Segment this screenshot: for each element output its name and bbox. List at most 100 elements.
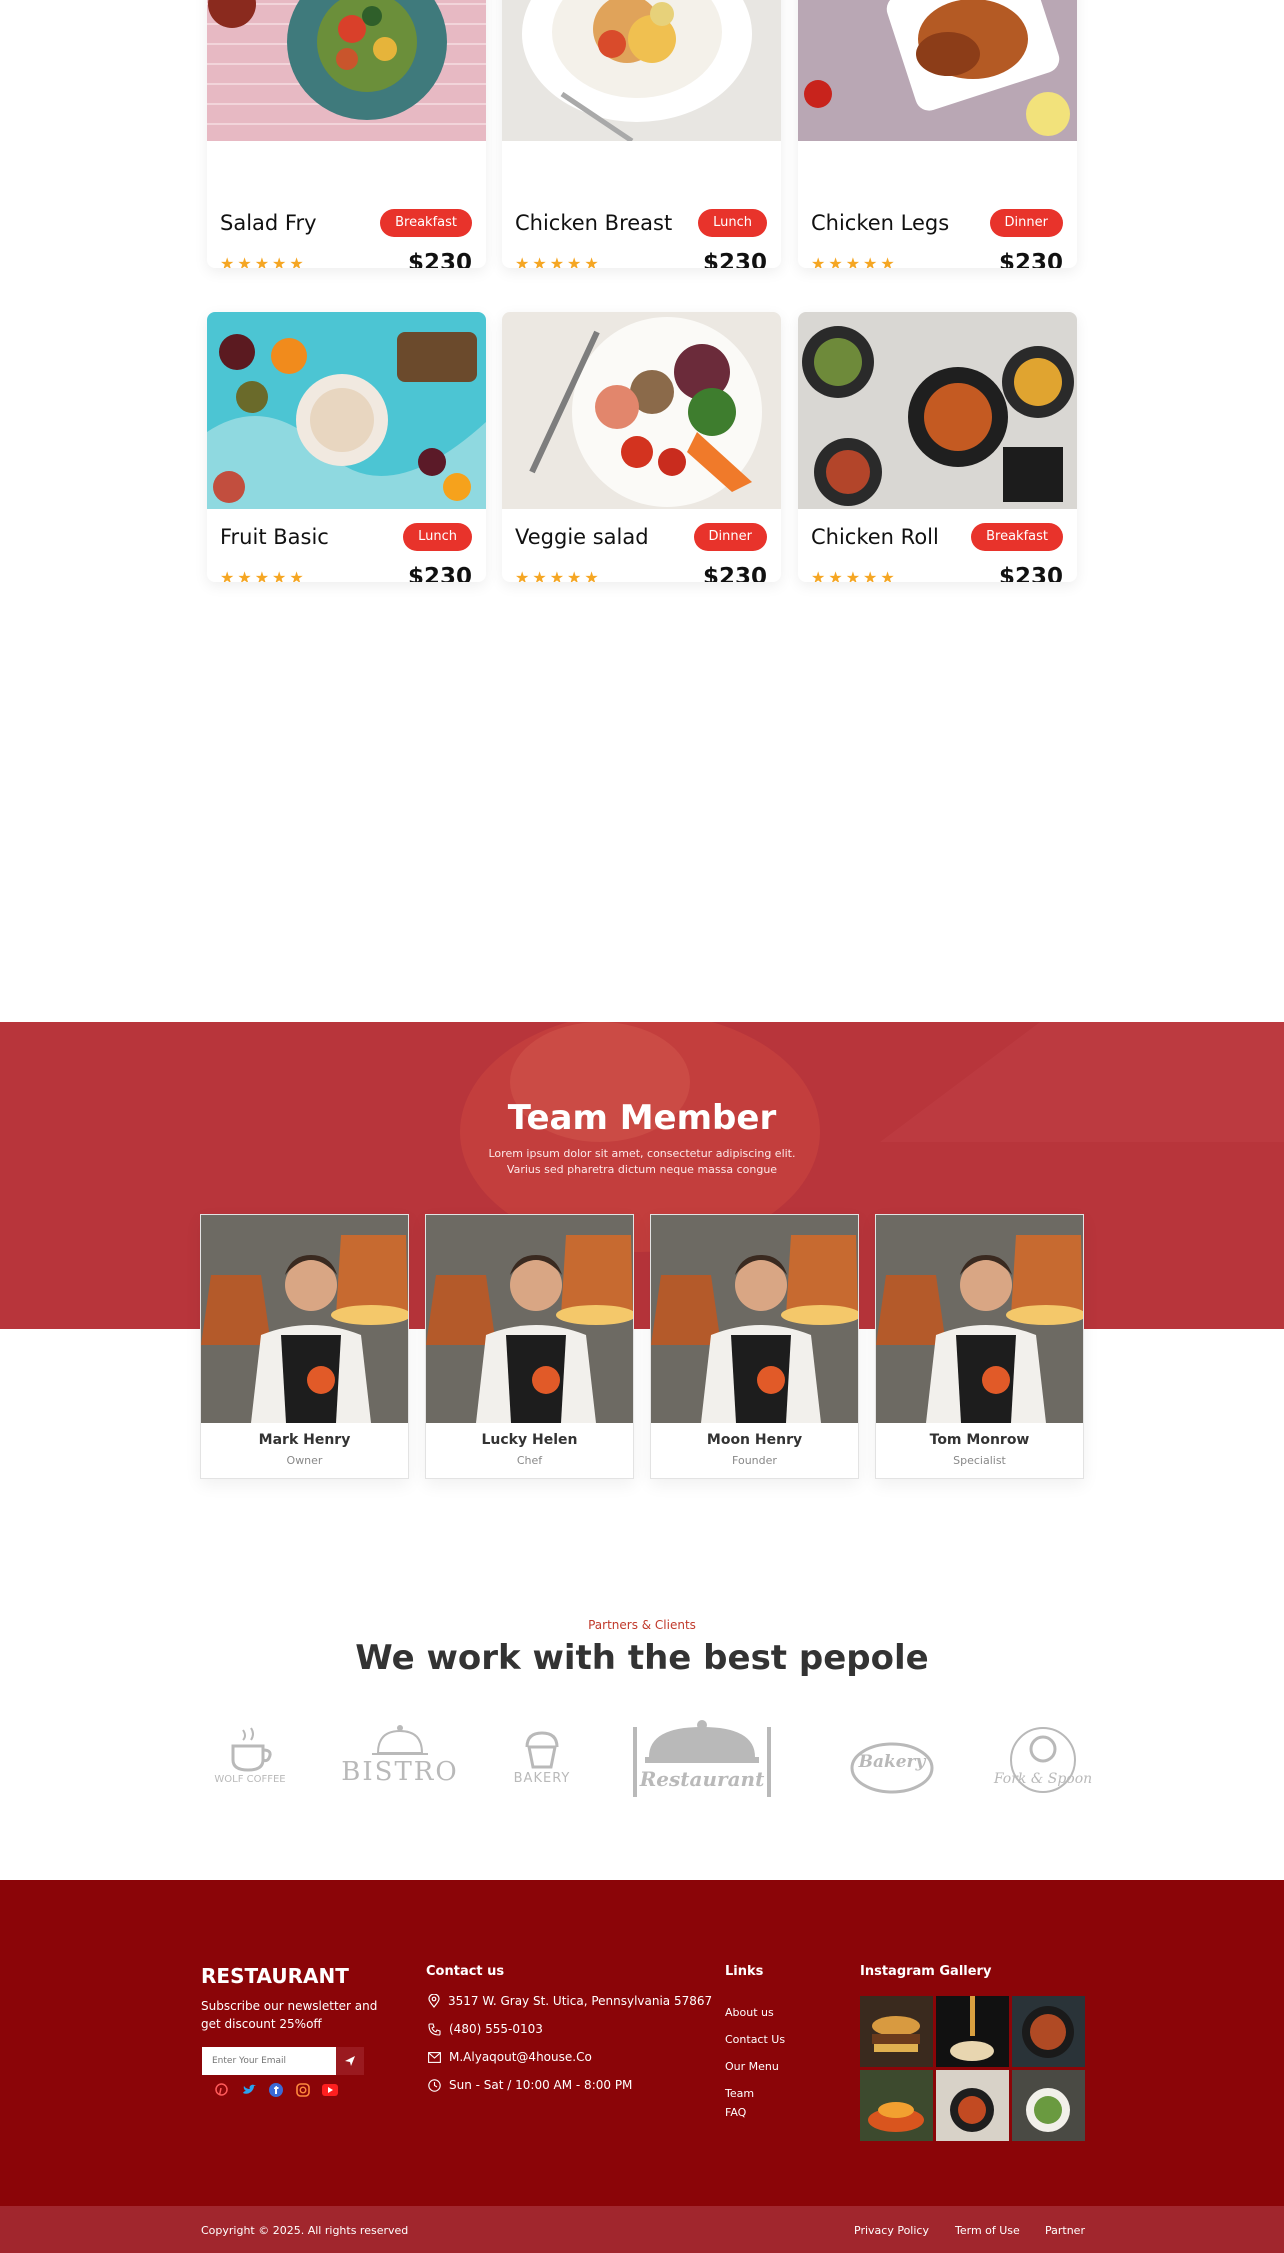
newsletter-submit-button[interactable] bbox=[336, 2047, 364, 2075]
partner-logo-wolf-coffee[interactable]: WOLF COFFEE bbox=[205, 1712, 295, 1798]
price: $230 bbox=[407, 250, 472, 268]
dish-name: Chicken Roll bbox=[811, 525, 939, 549]
description-line: Lorem ipsum dolor sit amet, consectetur … bbox=[488, 1147, 796, 1160]
contact-address: 3517 W. Gray St. Utica, Pennsylvania 578… bbox=[428, 1994, 712, 2008]
food-image bbox=[798, 312, 1077, 509]
price: $230 bbox=[702, 564, 767, 582]
instagram-icon[interactable] bbox=[294, 2081, 311, 2098]
dish-name: Veggie salad bbox=[515, 525, 649, 549]
hours-text: Sun - Sat / 10:00 AM - 8:00 PM bbox=[449, 2078, 633, 2092]
contact-hours: Sun - Sat / 10:00 AM - 8:00 PM bbox=[428, 2078, 632, 2092]
footer-link-about[interactable]: About us bbox=[725, 2006, 774, 2019]
price: $230 bbox=[998, 564, 1063, 582]
food-image bbox=[502, 312, 781, 509]
phone-text[interactable]: (480) 555-0103 bbox=[449, 2022, 543, 2036]
footer-link-privacy[interactable]: Privacy Policy bbox=[854, 2224, 929, 2237]
member-name: Mark Henry bbox=[258, 1432, 351, 1448]
food-image bbox=[798, 0, 1077, 141]
meal-badge[interactable]: Lunch bbox=[403, 523, 472, 551]
meal-badge[interactable]: Dinner bbox=[693, 523, 767, 551]
meal-badge[interactable]: Breakfast bbox=[971, 523, 1063, 551]
rating-stars: ★★★★★ bbox=[220, 568, 307, 582]
footer-link-faq[interactable]: FAQ bbox=[725, 2106, 746, 2119]
footer-link-partner[interactable]: Partner bbox=[1045, 2224, 1085, 2237]
section-eyebrow: Partners & Clients bbox=[588, 1618, 696, 1632]
rating-stars: ★★★★★ bbox=[515, 254, 602, 268]
contact-email: M.Alyaqout@4house.Co bbox=[428, 2050, 592, 2064]
rating-stars: ★★★★★ bbox=[811, 568, 898, 582]
food-image bbox=[207, 0, 486, 141]
partner-logo-bistro[interactable]: BISTRO bbox=[340, 1712, 460, 1798]
footer-brand: RESTAURANT bbox=[201, 1964, 349, 1988]
member-name: Moon Henry bbox=[706, 1432, 803, 1448]
links-heading: Links bbox=[725, 1964, 764, 1979]
menu-card[interactable]: Fruit Basic Lunch ★★★★★ $230 bbox=[207, 312, 486, 582]
gallery-image[interactable] bbox=[1012, 1996, 1085, 2067]
partner-logo-fork-spoon[interactable]: Fork & Spoon bbox=[988, 1712, 1098, 1798]
gallery-image[interactable] bbox=[936, 2070, 1009, 2141]
dish-name: Salad Fry bbox=[220, 211, 317, 235]
price: $230 bbox=[702, 250, 767, 268]
email-text[interactable]: M.Alyaqout@4house.Co bbox=[449, 2050, 592, 2064]
partner-logo-text: BISTRO bbox=[341, 1757, 459, 1787]
member-photo bbox=[651, 1215, 858, 1423]
dish-name: Chicken Breast bbox=[515, 211, 673, 235]
team-member-card[interactable]: Mark Henry Owner bbox=[200, 1214, 409, 1479]
team-member-card[interactable]: Lucky Helen Chef bbox=[425, 1214, 634, 1479]
member-role: Owner bbox=[286, 1454, 323, 1467]
footer-link-team[interactable]: Team bbox=[725, 2087, 754, 2100]
member-photo bbox=[426, 1215, 633, 1423]
member-photo bbox=[201, 1215, 408, 1423]
partner-logo-text: Restaurant bbox=[639, 1767, 765, 1791]
address-text: 3517 W. Gray St. Utica, Pennsylvania 578… bbox=[448, 1994, 713, 2008]
rating-stars: ★★★★★ bbox=[811, 254, 898, 268]
facebook-icon[interactable] bbox=[267, 2081, 284, 2098]
gallery-image[interactable] bbox=[860, 2070, 933, 2141]
social-links bbox=[213, 2081, 338, 2098]
member-name: Lucky Helen bbox=[481, 1432, 578, 1448]
member-role: Specialist bbox=[953, 1454, 1006, 1467]
meal-badge[interactable]: Lunch bbox=[698, 209, 767, 237]
copyright: Copyright © 2025. All rights reserved bbox=[201, 2224, 409, 2237]
team-member-card[interactable]: Moon Henry Founder bbox=[650, 1214, 859, 1479]
menu-card[interactable]: Chicken Roll Breakfast ★★★★★ $230 bbox=[798, 312, 1077, 582]
partner-logo-bakery-2[interactable]: Bakery bbox=[842, 1712, 942, 1798]
footer-bottom-bar bbox=[0, 2206, 1284, 2253]
page: Salad Fry Breakfast ★★★★★ $230 Chicken B… bbox=[0, 0, 1284, 2253]
menu-card[interactable]: Veggie salad Dinner ★★★★★ $230 bbox=[502, 312, 781, 582]
member-name: Tom Monrow bbox=[929, 1432, 1030, 1448]
member-role: Founder bbox=[732, 1454, 777, 1467]
partner-logo-restaurant[interactable]: Restaurant bbox=[627, 1712, 777, 1798]
member-photo bbox=[876, 1215, 1083, 1423]
food-image bbox=[207, 312, 486, 509]
youtube-icon[interactable] bbox=[321, 2081, 338, 2098]
menu-card[interactable]: Salad Fry Breakfast ★★★★★ $230 bbox=[207, 0, 486, 268]
meal-badge[interactable]: Breakfast bbox=[380, 209, 472, 237]
gallery-image[interactable] bbox=[860, 1996, 933, 2067]
team-member-card[interactable]: Tom Monrow Specialist bbox=[875, 1214, 1084, 1479]
section-description: Lorem ipsum dolor sit amet, consectetur … bbox=[0, 1146, 1284, 1178]
pinterest-icon[interactable] bbox=[213, 2081, 230, 2098]
clock-icon bbox=[428, 2078, 441, 2092]
footer-link-contact[interactable]: Contact Us bbox=[725, 2033, 785, 2046]
section-title: We work with the best pepole bbox=[355, 1638, 929, 1678]
twitter-icon[interactable] bbox=[240, 2081, 257, 2098]
footer-link-menu[interactable]: Our Menu bbox=[725, 2060, 779, 2073]
newsletter-text: Subscribe our newsletter and get discoun… bbox=[201, 1999, 378, 2031]
meal-badge[interactable]: Dinner bbox=[989, 209, 1063, 237]
phone-icon bbox=[428, 2022, 441, 2036]
partner-logo-text: Bakery bbox=[858, 1752, 926, 1772]
menu-card[interactable]: Chicken Breast Lunch ★★★★★ $230 bbox=[502, 0, 781, 268]
partner-logo-text: WOLF COFFEE bbox=[214, 1773, 286, 1785]
gallery-image[interactable] bbox=[936, 1996, 1009, 2067]
instagram-gallery bbox=[860, 1996, 1085, 2141]
menu-card[interactable]: Chicken Legs Dinner ★★★★★ $230 bbox=[798, 0, 1077, 268]
footer-link-terms[interactable]: Term of Use bbox=[955, 2224, 1020, 2237]
location-icon bbox=[428, 1994, 440, 2008]
partner-logo-text: BAKERY bbox=[513, 1770, 571, 1786]
send-icon bbox=[345, 2056, 355, 2066]
partner-logo-text: Fork & Spoon bbox=[993, 1771, 1093, 1787]
dish-name: Chicken Legs bbox=[811, 211, 950, 235]
partner-logo-bakery[interactable]: BAKERY bbox=[497, 1712, 587, 1798]
gallery-image[interactable] bbox=[1012, 2070, 1085, 2141]
